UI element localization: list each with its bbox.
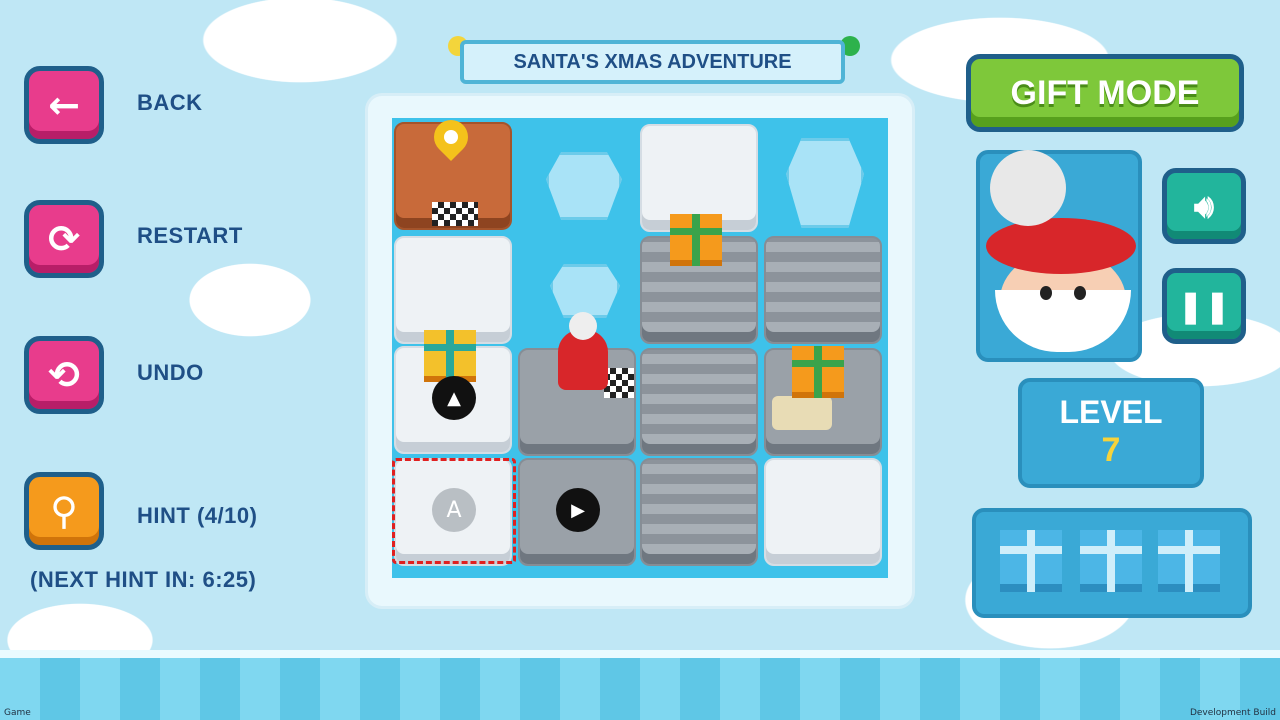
footer-left: Game <box>4 708 31 718</box>
pause-button[interactable]: ❚❚ <box>1162 268 1246 344</box>
hat-pompom <box>990 150 1066 226</box>
gift-icon <box>1000 530 1062 592</box>
letter-a-icon: A <box>446 497 462 523</box>
sound-button[interactable]: 🔊︎ <box>1162 168 1246 244</box>
ice-block <box>786 138 864 228</box>
move-right-marker[interactable]: ▶ <box>556 488 600 532</box>
back-label[interactable]: BACK <box>137 90 203 116</box>
snow-tile[interactable] <box>764 458 882 566</box>
sand-patch <box>772 396 832 430</box>
next-hint-timer: (NEXT HINT IN: 6:25) <box>30 567 257 592</box>
level-number: 7 <box>1101 431 1121 469</box>
gift-box[interactable] <box>670 214 722 266</box>
undo-icon: ⟲ <box>48 353 80 397</box>
restart-label[interactable]: RESTART <box>137 223 243 249</box>
game-title: SANTA'S XMAS ADVENTURE <box>460 40 845 84</box>
gift-box[interactable] <box>792 346 844 398</box>
triangle-up-icon: ▲ <box>447 387 461 409</box>
move-up-marker[interactable]: ▲ <box>432 376 476 420</box>
cobble-tile[interactable] <box>640 458 758 566</box>
finish-flag-icon <box>432 202 478 226</box>
magnifier-icon: ⚲ <box>50 489 78 533</box>
hint-label[interactable]: HINT (4/10) <box>137 503 257 529</box>
eye-icon <box>1074 286 1086 300</box>
hint-button[interactable]: ⚲ <box>24 472 104 550</box>
undo-label[interactable]: UNDO <box>137 360 204 386</box>
restart-button[interactable]: ⟳ <box>24 200 104 278</box>
level-label: LEVEL <box>1059 394 1163 430</box>
gift-icon <box>1080 530 1142 592</box>
gift-icon <box>1158 530 1220 592</box>
santa-player <box>558 312 608 390</box>
pause-icon: ❚❚ <box>1177 287 1231 325</box>
cobble-tile[interactable] <box>764 236 882 344</box>
restart-icon: ⟳ <box>48 217 80 261</box>
cobble-tile[interactable] <box>640 348 758 456</box>
arrow-left-icon: ← <box>48 83 80 127</box>
gift-mode-button[interactable]: GIFT MODE <box>966 54 1244 132</box>
play-icon: ▶ <box>571 499 585 521</box>
eye-icon <box>1040 286 1052 300</box>
speaker-icon: 🔊︎ <box>1193 186 1215 225</box>
ice-block <box>550 264 620 318</box>
ice-floor <box>0 650 1280 720</box>
back-button[interactable]: ← <box>24 66 104 144</box>
level-panel: LEVEL 7 <box>1018 378 1204 488</box>
checker-flag-icon <box>604 368 634 398</box>
santa-hat <box>986 218 1136 274</box>
start-marker[interactable]: A <box>432 488 476 532</box>
gift-box[interactable] <box>424 330 476 382</box>
ice-block <box>546 152 622 220</box>
footer-right: Development Build <box>1189 708 1276 718</box>
snow-tile[interactable] <box>394 236 512 344</box>
undo-button[interactable]: ⟲ <box>24 336 104 414</box>
